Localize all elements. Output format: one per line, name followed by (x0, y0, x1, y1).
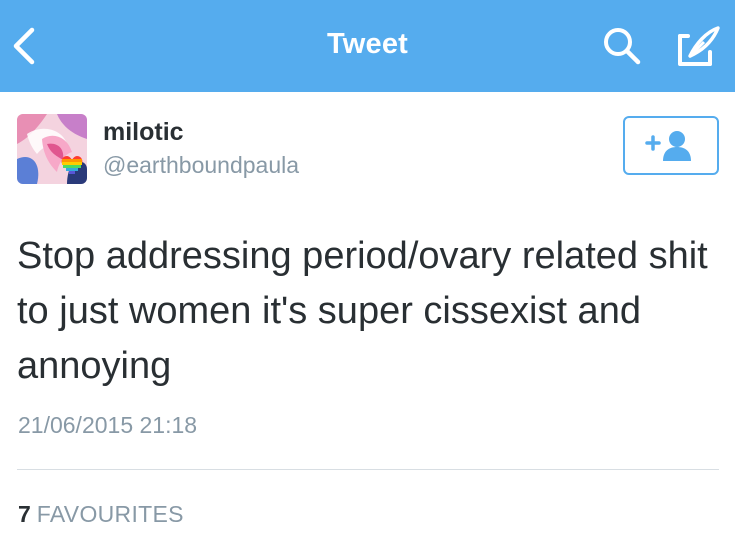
author-name[interactable]: milotic (103, 118, 184, 147)
favourites-label: FAVOURITES (36, 501, 184, 527)
divider (17, 469, 719, 470)
tweet-text: Stop addressing period/ovary related shi… (17, 235, 708, 387)
tweet-detail: milotic @earthboundpaula Stop addressing… (0, 92, 735, 554)
follow-button[interactable] (623, 116, 719, 175)
favourites-stat[interactable]: 7 FAVOURITES (18, 501, 184, 528)
search-icon (604, 28, 641, 65)
tweet-timestamp: 21/06/2015 21:18 (18, 412, 198, 438)
search-button[interactable] (602, 26, 642, 66)
compose-button[interactable] (674, 22, 722, 70)
favourites-count: 7 (18, 501, 31, 527)
avatar[interactable] (17, 114, 87, 184)
top-navigation-bar: Tweet (0, 0, 735, 92)
author-handle[interactable]: @earthboundpaula (103, 152, 299, 179)
avatar-image (17, 114, 87, 184)
compose-icon (678, 26, 720, 66)
add-user-icon (645, 131, 691, 161)
